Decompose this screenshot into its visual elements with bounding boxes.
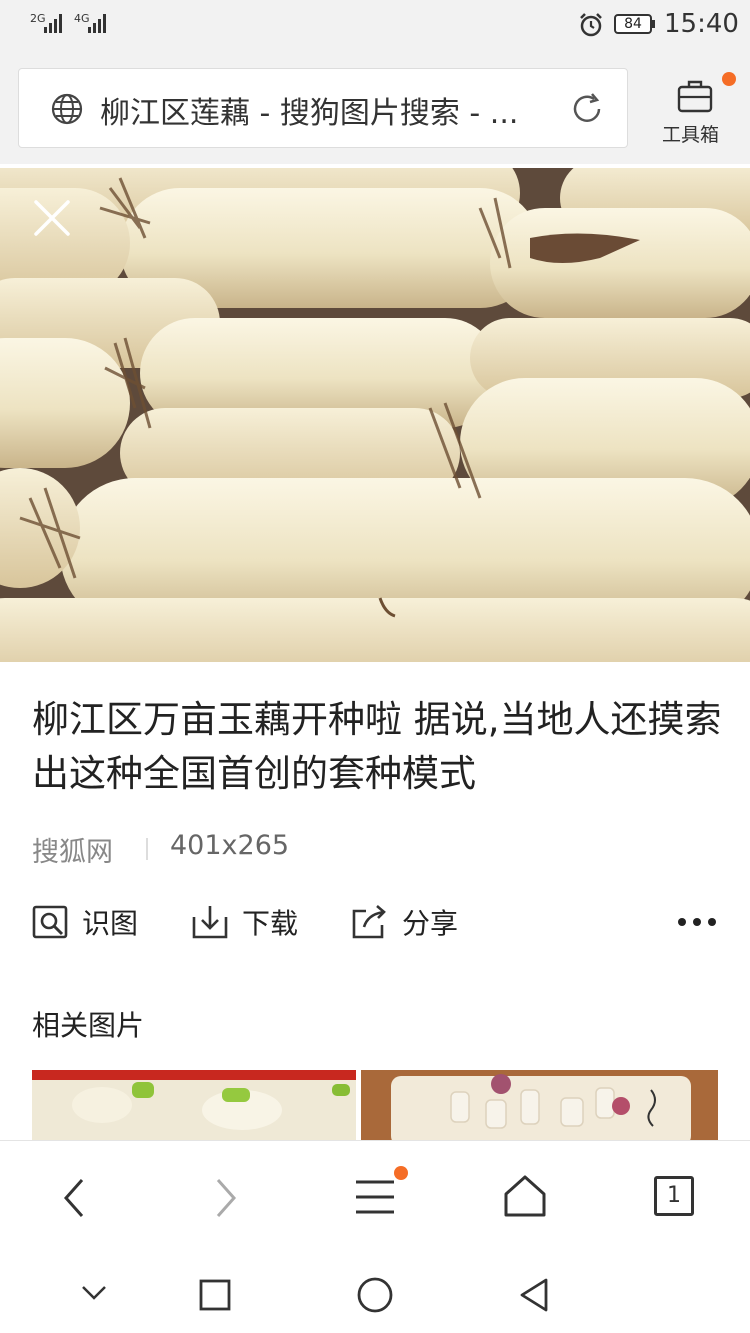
refresh-icon[interactable] bbox=[568, 90, 606, 128]
share-label: 分享 bbox=[402, 907, 459, 940]
tabs-button[interactable]: 1 bbox=[654, 1176, 694, 1216]
back-icon[interactable] bbox=[58, 1176, 90, 1220]
toolbox-label[interactable]: 工具箱 bbox=[662, 120, 719, 147]
download-button[interactable]: 下载 bbox=[190, 902, 298, 942]
related-image-1[interactable] bbox=[32, 1070, 356, 1140]
battery-indicator: 84 bbox=[614, 14, 652, 34]
recognize-image-button[interactable]: 识图 bbox=[32, 902, 138, 942]
image-search-icon bbox=[32, 905, 68, 939]
home-icon[interactable] bbox=[502, 1174, 548, 1218]
related-images-heading: 相关图片 bbox=[32, 1009, 145, 1042]
image-source[interactable]: 搜狐网 bbox=[32, 830, 113, 869]
more-options-icon[interactable] bbox=[678, 918, 716, 926]
signal-icon bbox=[44, 14, 62, 33]
download-label: 下载 bbox=[242, 907, 299, 940]
recents-icon[interactable] bbox=[198, 1278, 232, 1312]
alarm-icon bbox=[580, 13, 602, 37]
clock: 15:40 bbox=[664, 9, 739, 39]
recognize-label: 识图 bbox=[82, 907, 139, 940]
image-title: 柳江区万亩玉藕开种啦 据说,当地人还摸索出这种全国首创的套种模式 bbox=[32, 698, 722, 795]
page-title[interactable]: 柳江区莲藕 - 搜狗图片搜索 - ... bbox=[100, 88, 518, 132]
download-icon bbox=[192, 906, 228, 939]
close-icon[interactable] bbox=[30, 196, 74, 240]
signal-icon-2 bbox=[88, 14, 106, 33]
menu-icon[interactable] bbox=[354, 1176, 396, 1218]
share-icon bbox=[352, 905, 386, 939]
main-image[interactable] bbox=[0, 168, 750, 662]
battery-tip bbox=[652, 20, 655, 28]
related-image-2[interactable] bbox=[361, 1070, 718, 1140]
globe-icon bbox=[51, 93, 83, 125]
chevron-down-icon[interactable] bbox=[80, 1284, 108, 1302]
share-button[interactable]: 分享 bbox=[350, 902, 458, 942]
image-dimensions: 401x265 bbox=[170, 830, 290, 861]
system-back-icon[interactable] bbox=[516, 1276, 552, 1314]
meta-divider bbox=[146, 838, 148, 860]
toolbox-notification-dot bbox=[722, 72, 736, 86]
system-home-icon[interactable] bbox=[356, 1276, 394, 1314]
menu-notification-dot bbox=[394, 1166, 408, 1180]
toolbox-icon[interactable] bbox=[676, 78, 714, 114]
forward-icon[interactable] bbox=[210, 1176, 242, 1220]
